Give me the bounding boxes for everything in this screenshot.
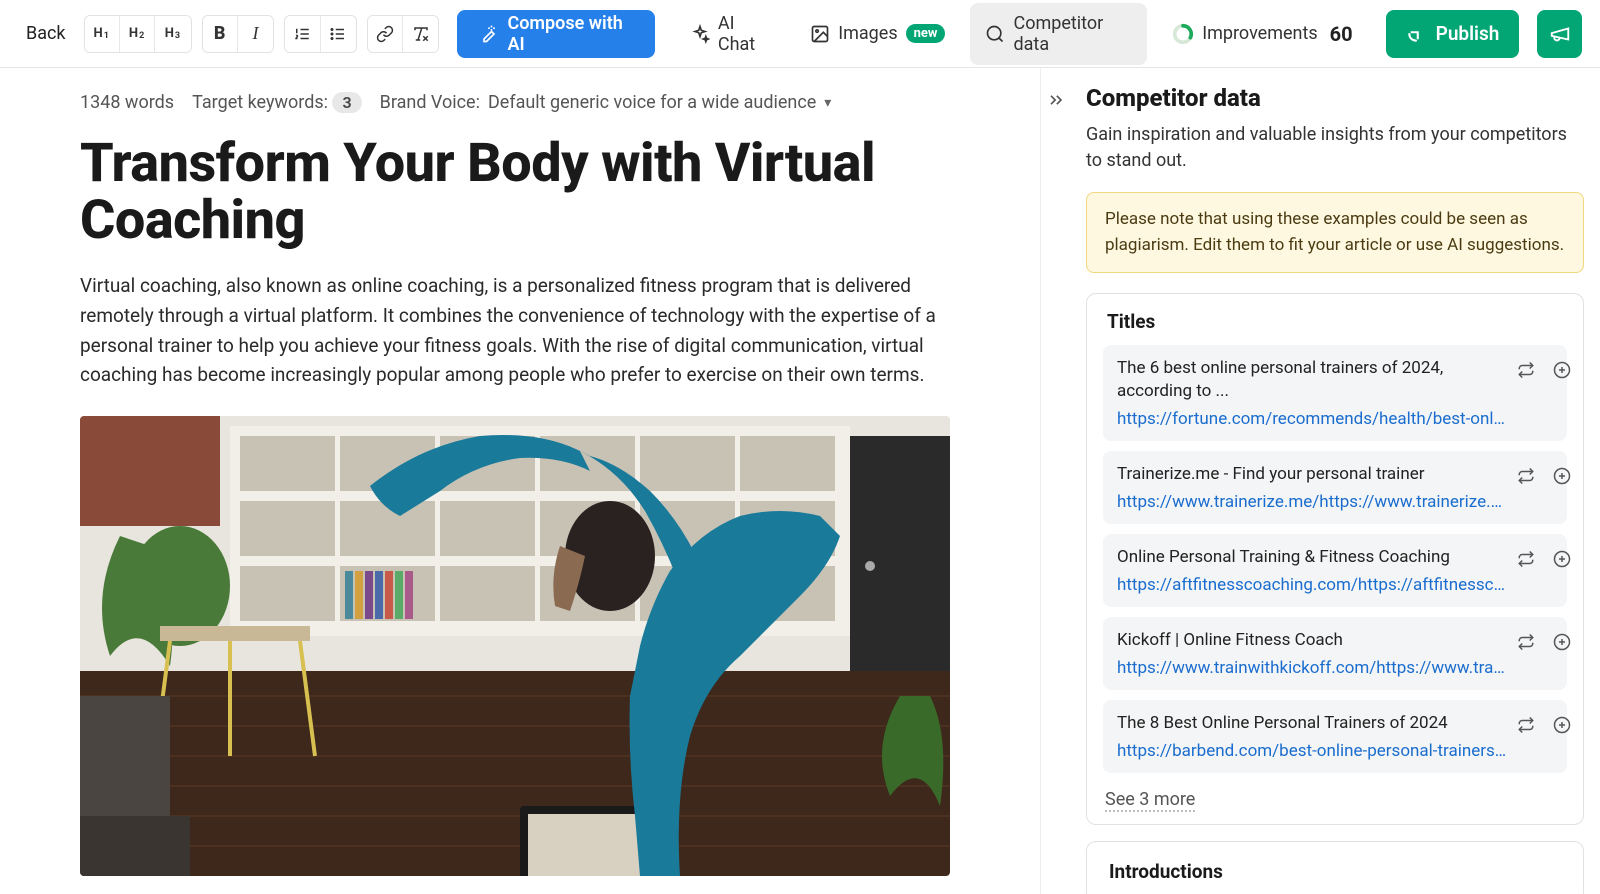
titles-heading: Titles — [1103, 310, 1567, 333]
competitor-title: The 8 Best Online Personal Trainers of 2… — [1117, 712, 1507, 735]
sparkle-icon — [690, 24, 710, 44]
unordered-list-icon — [329, 25, 347, 43]
competitor-url[interactable]: https://fortune.com/recommends/health/be… — [1117, 409, 1507, 429]
h3-button[interactable]: H3 — [155, 16, 190, 52]
titles-panel: Titles The 6 best online personal traine… — [1086, 293, 1584, 825]
competitor-url[interactable]: https://www.trainerize.me/https://www.tr… — [1117, 492, 1507, 512]
publish-button[interactable]: Publish — [1386, 10, 1520, 58]
megaphone-icon — [1549, 23, 1571, 45]
article-intro[interactable]: Virtual coaching, also known as online c… — [80, 271, 980, 390]
publish-label: Publish — [1436, 22, 1500, 45]
ai-chat-button[interactable]: AI Chat — [675, 3, 785, 65]
link-group — [367, 15, 440, 53]
link-icon — [376, 25, 394, 43]
list-group — [284, 15, 357, 53]
collapse-sidebar-button[interactable] — [1040, 68, 1070, 894]
unordered-list-button[interactable] — [321, 16, 356, 52]
refresh-button[interactable] — [1517, 467, 1537, 487]
competitor-card[interactable]: The 6 best online personal trainers of 2… — [1103, 345, 1567, 441]
images-label: Images — [838, 23, 897, 44]
competitor-title: The 6 best online personal trainers of 2… — [1117, 357, 1507, 403]
add-button[interactable] — [1553, 716, 1573, 736]
plagiarism-warning: Please note that using these examples co… — [1086, 192, 1584, 273]
progress-ring-icon — [1172, 23, 1194, 45]
refresh-button[interactable] — [1517, 716, 1537, 736]
toolbar: Back H1 H2 H3 B I Compose with AI AI Cha… — [0, 0, 1600, 68]
link-button[interactable] — [368, 16, 403, 52]
sidebar-sub: Gain inspiration and valuable insights f… — [1086, 122, 1584, 174]
competitor-sidebar: Competitor data Gain inspiration and val… — [1070, 68, 1600, 894]
competitor-data-label: Competitor data — [1013, 13, 1132, 55]
style-group: B I — [202, 15, 275, 53]
new-badge: new — [906, 24, 946, 43]
h2-button[interactable]: H2 — [120, 16, 155, 52]
ordered-list-icon — [293, 25, 311, 43]
search-icon — [985, 24, 1005, 44]
competitor-card[interactable]: Trainerize.me - Find your personal train… — [1103, 451, 1567, 524]
add-button[interactable] — [1553, 467, 1573, 487]
content-area: 1348 words Target keywords: 3 Brand Voic… — [0, 68, 1600, 894]
competitor-title: Kickoff | Online Fitness Coach — [1117, 629, 1507, 652]
bold-button[interactable]: B — [203, 16, 238, 52]
brand-voice-prefix: Brand Voice: — [380, 92, 480, 113]
clear-format-icon — [412, 25, 430, 43]
add-button[interactable] — [1553, 633, 1573, 653]
improvements-count: 60 — [1330, 22, 1353, 46]
refresh-button[interactable] — [1517, 550, 1537, 570]
brand-voice-selector[interactable]: Brand Voice: Default generic voice for a… — [380, 92, 832, 113]
back-button[interactable]: Back — [18, 17, 74, 50]
competitor-data-button[interactable]: Competitor data — [970, 3, 1147, 65]
compose-ai-label: Compose with AI — [507, 13, 632, 55]
compose-ai-button[interactable]: Compose with AI — [457, 10, 654, 58]
images-button[interactable]: Images new — [795, 13, 960, 54]
share-arrow-icon — [1406, 24, 1426, 44]
competitor-card[interactable]: Online Personal Training & Fitness Coach… — [1103, 534, 1567, 607]
editor-column: 1348 words Target keywords: 3 Brand Voic… — [0, 68, 1040, 894]
competitor-url[interactable]: https://barbend.com/best-online-personal… — [1117, 741, 1507, 761]
chevron-down-icon: ▾ — [824, 95, 831, 111]
article-title[interactable]: Transform Your Body with Virtual Coachin… — [80, 135, 980, 249]
announce-button[interactable] — [1537, 10, 1582, 58]
competitor-card[interactable]: Kickoff | Online Fitness Coach https://w… — [1103, 617, 1567, 690]
improvements-label: Improvements — [1202, 23, 1317, 44]
ai-chat-label: AI Chat — [718, 13, 770, 55]
introductions-heading: Introductions — [1105, 860, 1565, 883]
competitor-card[interactable]: The 8 Best Online Personal Trainers of 2… — [1103, 700, 1567, 773]
chevron-right-double-icon — [1046, 90, 1066, 110]
h1-button[interactable]: H1 — [85, 16, 120, 52]
image-icon — [810, 24, 830, 44]
competitor-url[interactable]: https://www.trainwithkickoff.com/https:/… — [1117, 658, 1507, 678]
word-count: 1348 words — [80, 92, 174, 113]
sidebar-heading: Competitor data — [1086, 84, 1584, 112]
refresh-button[interactable] — [1517, 633, 1537, 653]
competitor-url[interactable]: https://aftfitnesscoaching.com/https://a… — [1117, 575, 1507, 595]
target-keywords-label: Target keywords: — [192, 92, 328, 113]
refresh-button[interactable] — [1517, 361, 1537, 381]
heading-group: H1 H2 H3 — [84, 15, 192, 53]
add-button[interactable] — [1553, 550, 1573, 570]
ordered-list-button[interactable] — [285, 16, 320, 52]
magic-wand-icon — [479, 24, 499, 44]
article-image[interactable] — [80, 416, 950, 876]
add-button[interactable] — [1553, 361, 1573, 381]
italic-button[interactable]: I — [238, 16, 273, 52]
competitor-title: Trainerize.me - Find your personal train… — [1117, 463, 1507, 486]
target-keywords[interactable]: Target keywords: 3 — [192, 92, 362, 113]
introductions-panel[interactable]: Introductions — [1086, 841, 1584, 894]
see-more-button[interactable]: See 3 more — [1105, 789, 1195, 812]
clear-format-button[interactable] — [403, 16, 438, 52]
keywords-count-badge: 3 — [332, 92, 361, 113]
competitor-title: Online Personal Training & Fitness Coach… — [1117, 546, 1507, 569]
improvements-button[interactable]: Improvements 60 — [1157, 12, 1367, 56]
meta-row: 1348 words Target keywords: 3 Brand Voic… — [80, 92, 980, 113]
brand-voice-value: Default generic voice for a wide audienc… — [488, 92, 816, 113]
